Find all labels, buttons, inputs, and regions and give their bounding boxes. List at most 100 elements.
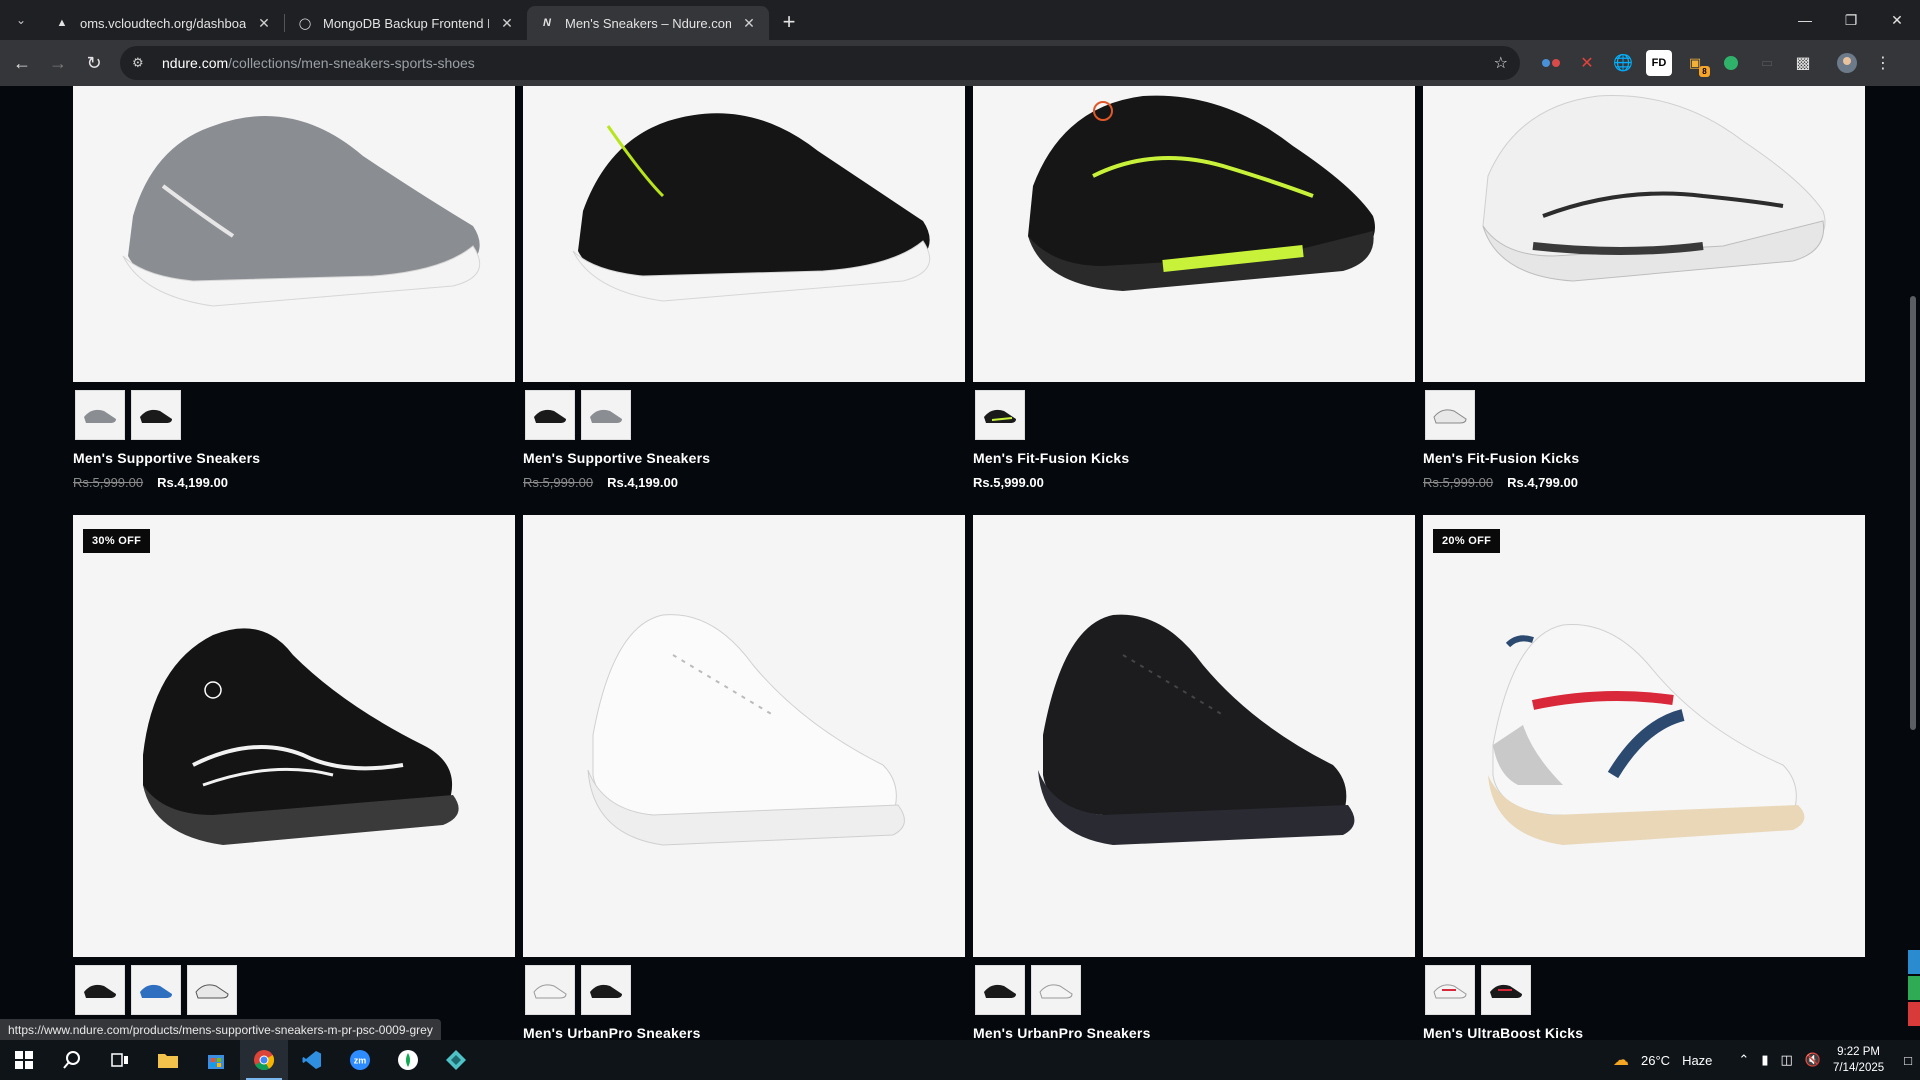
screen-icon[interactable]: ▭ (1754, 50, 1780, 76)
page-scrollbar[interactable] (1906, 86, 1920, 1040)
leaf-icon[interactable] (1718, 50, 1744, 76)
clock[interactable]: 9:22 PM 7/14/2025 (1833, 1044, 1884, 1076)
compare-at-price: Rs.5,999.00 (523, 475, 594, 490)
product-card[interactable]: Men's Fit-Fusion Kicks Rs.5,999.00 Rs.4,… (1423, 86, 1865, 490)
side-tab-red[interactable] (1908, 1002, 1920, 1026)
swatch-black-red[interactable] (1481, 965, 1531, 1015)
product-name[interactable]: Men's Fit-Fusion Kicks (973, 450, 1415, 466)
product-card[interactable]: Men's UrbanPro Sneakers (523, 515, 965, 1040)
product-card[interactable]: 20% OFF Men's UltraBoost Kicks (1423, 515, 1865, 1040)
close-icon[interactable]: ✕ (499, 15, 515, 31)
product-card[interactable]: Men's Supportive Sneakers Rs.5,999.00 Rs… (523, 86, 965, 490)
svg-text:zm: zm (354, 1056, 367, 1066)
product-card[interactable]: Men's UrbanPro Sneakers (973, 515, 1415, 1040)
tab-title: Men's Sneakers – Ndure.com (565, 15, 731, 31)
forward-button[interactable]: → (40, 45, 76, 81)
close-window-button[interactable]: ✕ (1874, 12, 1920, 29)
swatch-black[interactable] (581, 965, 631, 1015)
restore-button[interactable]: ❐ (1828, 12, 1874, 29)
swatch-white[interactable] (187, 965, 237, 1015)
product-card[interactable]: Men's Supportive Sneakers Rs.5,999.00 Rs… (73, 86, 515, 490)
swatch-black-volt[interactable] (975, 390, 1025, 440)
app-green-icon[interactable] (384, 1040, 432, 1080)
task-view-icon[interactable] (96, 1040, 144, 1080)
color-swatches (975, 390, 1415, 440)
product-name[interactable]: Men's Supportive Sneakers (523, 450, 965, 466)
product-name[interactable]: Men's UltraBoost Kicks (1423, 1025, 1865, 1040)
tab-ndure-sneakers[interactable]: N Men's Sneakers – Ndure.com ✕ (527, 6, 769, 40)
product-image[interactable] (73, 86, 515, 382)
store-icon[interactable] (192, 1040, 240, 1080)
product-prices: Rs.5,999.00 Rs.4,199.00 (73, 475, 515, 490)
product-card[interactable]: 30% OFF (73, 515, 515, 1015)
tab-mongodb-backup[interactable]: ◯ MongoDB Backup Frontend Int ✕ (285, 6, 527, 40)
color-swatches (975, 965, 1415, 1015)
product-image[interactable]: 20% OFF (1423, 515, 1865, 957)
swatch-white[interactable] (1425, 390, 1475, 440)
bookmark-star-icon[interactable]: ☆ (1494, 53, 1508, 73)
weather-temp[interactable]: 26°C (1641, 1053, 1670, 1068)
minimize-button[interactable]: — (1782, 12, 1828, 28)
volume-muted-icon[interactable]: 🔇 (1805, 1052, 1821, 1068)
notification-icon[interactable]: □ (1904, 1053, 1912, 1068)
tab-search-chevron-icon[interactable]: ⌄ (6, 5, 36, 35)
product-image[interactable]: 30% OFF (73, 515, 515, 957)
new-tab-button[interactable]: + (775, 9, 803, 37)
chevron-up-icon[interactable]: ⌃ (1738, 1052, 1749, 1068)
swatch-black[interactable] (75, 965, 125, 1015)
glasses-icon[interactable] (1538, 50, 1564, 76)
menu-dots-icon[interactable]: ⋮ (1870, 50, 1896, 76)
product-image[interactable] (973, 86, 1415, 382)
site-info-icon[interactable]: ⚙ (132, 55, 152, 71)
swatch-white[interactable] (525, 965, 575, 1015)
profile-icon[interactable] (1834, 50, 1860, 76)
browser-toolbar: ← → ↻ ⚙ ndure.com/collections/men-sneake… (0, 40, 1920, 86)
weather-desc[interactable]: Haze (1682, 1053, 1712, 1068)
product-image[interactable] (523, 86, 965, 382)
window-controls: — ❐ ✕ (1782, 0, 1920, 40)
product-image[interactable] (973, 515, 1415, 957)
scrollbar-thumb[interactable] (1910, 296, 1916, 730)
system-tray: ☁ 26°C Haze ⌃ ▮ ◫ 🔇 9:22 PM 7/14/2025 □ (1613, 1040, 1920, 1080)
product-name[interactable]: Men's UrbanPro Sneakers (523, 1025, 965, 1040)
swatch-black[interactable] (975, 965, 1025, 1015)
windows-start-icon[interactable] (0, 1040, 48, 1080)
side-tab-green[interactable] (1908, 976, 1920, 1000)
color-swatches (1425, 390, 1865, 440)
weather-icon[interactable]: ☁ (1613, 1050, 1629, 1070)
swatch-blue[interactable] (131, 965, 181, 1015)
puzzle-icon[interactable]: ▩ (1790, 50, 1816, 76)
chrome-icon[interactable] (240, 1040, 288, 1080)
side-tab-blue[interactable] (1908, 950, 1920, 974)
swatch-grey[interactable] (75, 390, 125, 440)
product-image[interactable] (523, 515, 965, 957)
product-image[interactable] (1423, 86, 1865, 382)
product-name[interactable]: Men's Supportive Sneakers (73, 450, 515, 466)
product-name[interactable]: Men's UrbanPro Sneakers (973, 1025, 1415, 1040)
globe-icon[interactable]: 🌐 (1610, 50, 1636, 76)
close-x-icon[interactable]: ✕ (1574, 50, 1600, 76)
back-button[interactable]: ← (4, 45, 40, 81)
url-host: ndure.com (162, 55, 229, 71)
close-icon[interactable]: ✕ (741, 15, 757, 31)
vscode-icon[interactable] (288, 1040, 336, 1080)
zoom-icon[interactable]: zm (336, 1040, 384, 1080)
fd-icon[interactable]: FD (1646, 50, 1672, 76)
reload-button[interactable]: ↻ (76, 45, 112, 81)
swatch-white-red[interactable] (1425, 965, 1475, 1015)
folder-badge-icon[interactable]: ▣ 8 (1682, 50, 1710, 77)
close-icon[interactable]: ✕ (256, 15, 272, 31)
product-name[interactable]: Men's Fit-Fusion Kicks (1423, 450, 1865, 466)
address-bar[interactable]: ⚙ ndure.com/collections/men-sneakers-spo… (120, 46, 1520, 80)
battery-icon[interactable]: ▮ (1761, 1052, 1768, 1068)
swatch-black[interactable] (131, 390, 181, 440)
app-diamond-icon[interactable] (432, 1040, 480, 1080)
search-icon[interactable] (48, 1040, 96, 1080)
product-card[interactable]: Men's Fit-Fusion Kicks Rs.5,999.00 (973, 86, 1415, 490)
file-explorer-icon[interactable] (144, 1040, 192, 1080)
swatch-grey[interactable] (581, 390, 631, 440)
swatch-white[interactable] (1031, 965, 1081, 1015)
network-icon[interactable]: ◫ (1780, 1052, 1792, 1068)
swatch-black[interactable] (525, 390, 575, 440)
tab-oms-dashboard[interactable]: ▲ oms.vcloudtech.org/dashboard ✕ (42, 6, 284, 40)
